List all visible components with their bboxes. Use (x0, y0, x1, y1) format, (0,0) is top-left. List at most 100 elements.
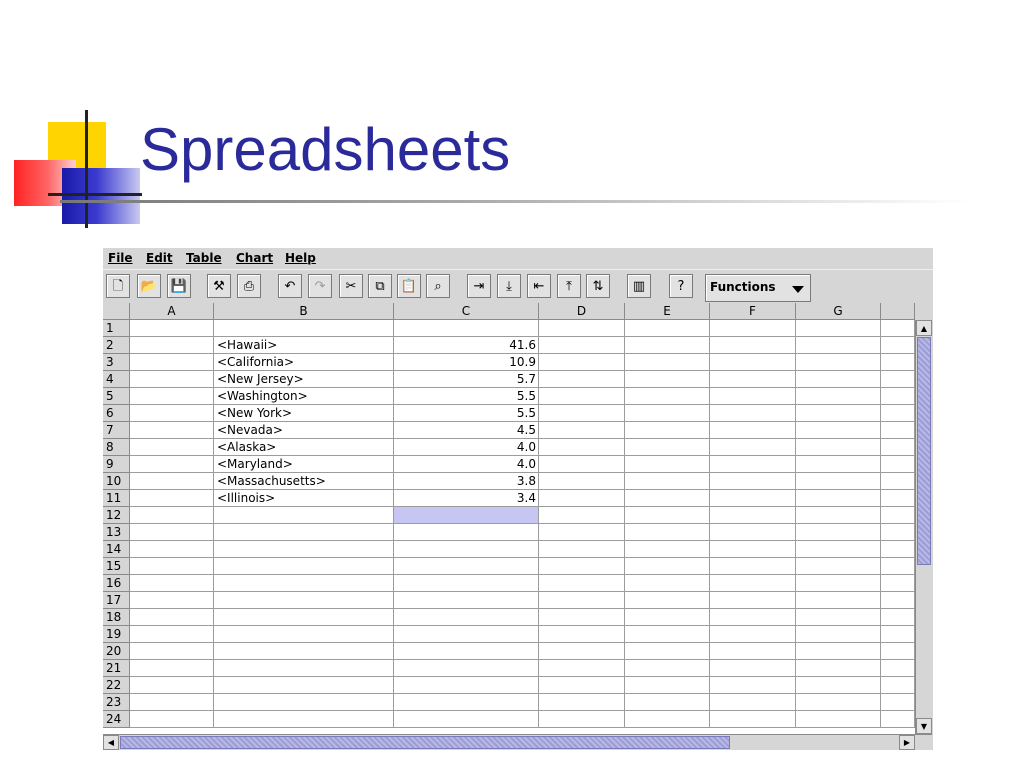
row-header[interactable]: 2 (103, 337, 130, 354)
row-header[interactable]: 18 (103, 609, 130, 626)
cell-c10[interactable]: 3.8 (394, 473, 539, 490)
cell-b20[interactable] (214, 643, 394, 660)
cell-g21[interactable] (796, 660, 881, 677)
cell-e8[interactable] (625, 439, 710, 456)
cell-f17[interactable] (710, 592, 796, 609)
row-header[interactable]: 1 (103, 320, 130, 337)
column-header-f[interactable]: F (710, 303, 796, 320)
cell-a11[interactable] (130, 490, 214, 507)
cell-b19[interactable] (214, 626, 394, 643)
cell-e11[interactable] (625, 490, 710, 507)
cell-overflow[interactable] (881, 439, 915, 456)
cell-g5[interactable] (796, 388, 881, 405)
cell-f23[interactable] (710, 694, 796, 711)
cell-d5[interactable] (539, 388, 625, 405)
cell-overflow[interactable] (881, 558, 915, 575)
cell-e10[interactable] (625, 473, 710, 490)
cell-e22[interactable] (625, 677, 710, 694)
cell-g17[interactable] (796, 592, 881, 609)
row-header[interactable]: 6 (103, 405, 130, 422)
cell-overflow[interactable] (881, 524, 915, 541)
row-header[interactable]: 17 (103, 592, 130, 609)
cell-b7[interactable]: <Nevada> (214, 422, 394, 439)
cell-g7[interactable] (796, 422, 881, 439)
cell-b14[interactable] (214, 541, 394, 558)
cell-b3[interactable]: <California> (214, 354, 394, 371)
cell-d20[interactable] (539, 643, 625, 660)
cell-d7[interactable] (539, 422, 625, 439)
cell-f3[interactable] (710, 354, 796, 371)
cell-overflow[interactable] (881, 694, 915, 711)
cell-overflow[interactable] (881, 609, 915, 626)
cell-b4[interactable]: <New Jersey> (214, 371, 394, 388)
cell-e1[interactable] (625, 320, 710, 337)
cell-g22[interactable] (796, 677, 881, 694)
paste-button[interactable]: 📋 (397, 274, 421, 298)
horizontal-scroll-thumb[interactable] (120, 736, 730, 749)
cell-c19[interactable] (394, 626, 539, 643)
horizontal-scrollbar[interactable]: ◀ ▶ (103, 734, 932, 750)
cell-a24[interactable] (130, 711, 214, 728)
cell-c15[interactable] (394, 558, 539, 575)
cell-b8[interactable]: <Alaska> (214, 439, 394, 456)
cell-a20[interactable] (130, 643, 214, 660)
cell-b17[interactable] (214, 592, 394, 609)
cell-d12[interactable] (539, 507, 625, 524)
cell-e12[interactable] (625, 507, 710, 524)
menu-chart[interactable]: Chart (236, 251, 273, 265)
cell-a5[interactable] (130, 388, 214, 405)
cell-a7[interactable] (130, 422, 214, 439)
row-header[interactable]: 20 (103, 643, 130, 660)
cell-e2[interactable] (625, 337, 710, 354)
find-binoculars-button[interactable]: ⌕ (426, 274, 450, 298)
cell-f8[interactable] (710, 439, 796, 456)
cell-g11[interactable] (796, 490, 881, 507)
cell-b16[interactable] (214, 575, 394, 592)
cell-c16[interactable] (394, 575, 539, 592)
cell-g10[interactable] (796, 473, 881, 490)
cell-d8[interactable] (539, 439, 625, 456)
delete-column-button[interactable]: ⇤ (527, 274, 551, 298)
grid-corner[interactable] (103, 303, 130, 320)
cell-f6[interactable] (710, 405, 796, 422)
cell-d3[interactable] (539, 354, 625, 371)
cell-a3[interactable] (130, 354, 214, 371)
cell-overflow[interactable] (881, 711, 915, 728)
cell-g19[interactable] (796, 626, 881, 643)
cell-c23[interactable] (394, 694, 539, 711)
open-folder-button[interactable]: 📂 (137, 274, 161, 298)
cell-f1[interactable] (710, 320, 796, 337)
scroll-up-arrow-icon[interactable]: ▲ (916, 320, 932, 336)
cell-a13[interactable] (130, 524, 214, 541)
cell-d2[interactable] (539, 337, 625, 354)
cell-d1[interactable] (539, 320, 625, 337)
cell-e6[interactable] (625, 405, 710, 422)
cell-a18[interactable] (130, 609, 214, 626)
cell-f21[interactable] (710, 660, 796, 677)
scroll-left-arrow-icon[interactable]: ◀ (103, 735, 119, 750)
cell-b22[interactable] (214, 677, 394, 694)
cell-c13[interactable] (394, 524, 539, 541)
cell-a21[interactable] (130, 660, 214, 677)
insert-row-button[interactable]: ⤓ (497, 274, 521, 298)
cell-c6[interactable]: 5.5 (394, 405, 539, 422)
cell-c17[interactable] (394, 592, 539, 609)
menu-file[interactable]: File (108, 251, 133, 265)
cell-c2[interactable]: 41.6 (394, 337, 539, 354)
cell-f14[interactable] (710, 541, 796, 558)
row-header[interactable]: 21 (103, 660, 130, 677)
cell-e14[interactable] (625, 541, 710, 558)
cell-d13[interactable] (539, 524, 625, 541)
cell-g18[interactable] (796, 609, 881, 626)
cell-c7[interactable]: 4.5 (394, 422, 539, 439)
cell-f13[interactable] (710, 524, 796, 541)
cell-overflow[interactable] (881, 456, 915, 473)
cell-a16[interactable] (130, 575, 214, 592)
cell-c5[interactable]: 5.5 (394, 388, 539, 405)
cell-d19[interactable] (539, 626, 625, 643)
row-header[interactable]: 23 (103, 694, 130, 711)
cell-a4[interactable] (130, 371, 214, 388)
cell-g8[interactable] (796, 439, 881, 456)
cell-f5[interactable] (710, 388, 796, 405)
column-header-c[interactable]: C (394, 303, 539, 320)
